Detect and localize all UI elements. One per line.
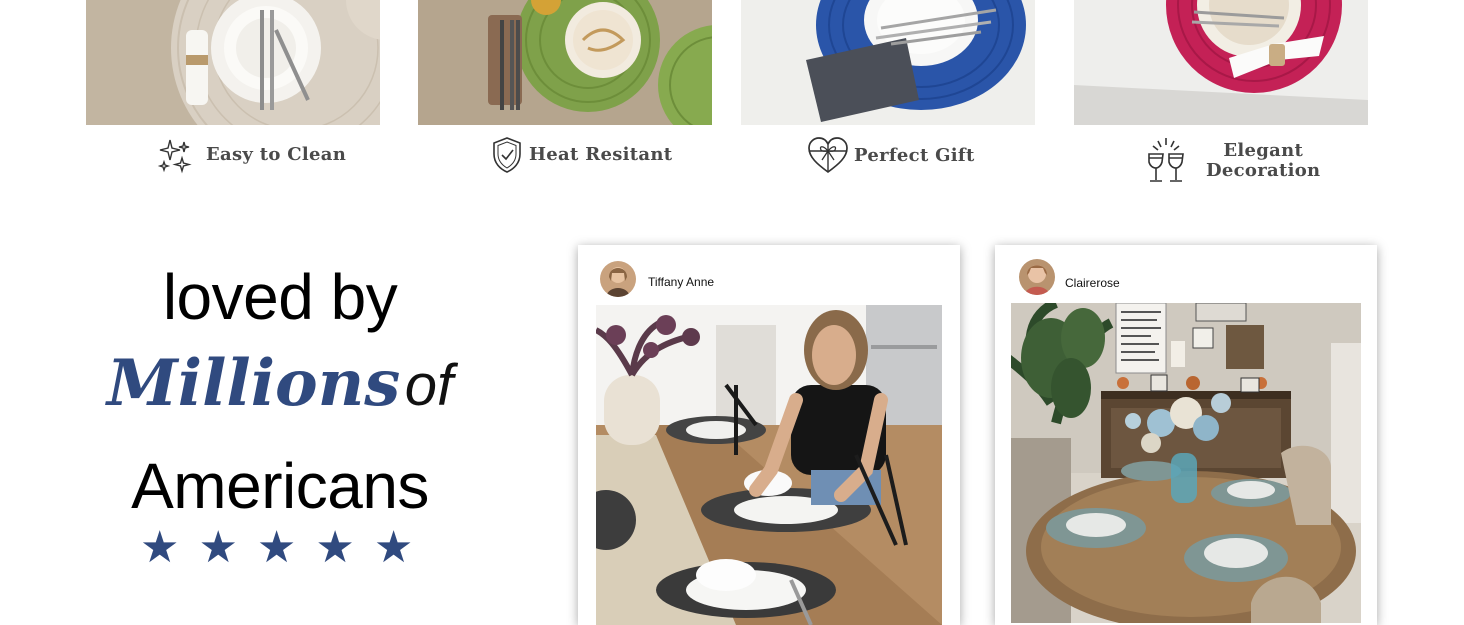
gift-heart-icon xyxy=(807,136,849,176)
feature-easy-to-clean: Easy to Clean xyxy=(86,0,380,174)
feature-heat-resistant: Heat Resitant xyxy=(418,0,712,173)
heading-line-3: Americans xyxy=(131,450,429,522)
feature-label: Elegant Decoration xyxy=(1206,141,1320,181)
feature-elegant-decoration: Elegant Decoration xyxy=(1074,0,1368,182)
feature-perfect-gift: Perfect Gift xyxy=(741,0,1035,174)
wine-glasses-icon xyxy=(1144,136,1188,186)
heading-line-1: loved by xyxy=(162,261,398,333)
avatar[interactable] xyxy=(600,261,636,297)
feature-caption: Easy to Clean xyxy=(156,136,346,174)
star-icon: ★ xyxy=(140,523,180,572)
post-photo-dining-room xyxy=(1011,303,1361,623)
placemat-photo-blue xyxy=(741,0,1035,125)
post-username[interactable]: Tiffany Anne xyxy=(648,275,714,289)
star-icon: ★ xyxy=(198,523,238,572)
feature-label: Perfect Gift xyxy=(854,145,975,166)
placemat-photo-red xyxy=(1074,0,1368,125)
post-photo-dining-table xyxy=(596,305,942,625)
star-rating: ★ ★ ★ ★ ★ xyxy=(140,523,413,573)
placemat-photo-beige xyxy=(86,0,380,125)
heading-emphasis: Millions xyxy=(106,346,401,421)
loved-by-heading: loved by Millions of Americans xyxy=(90,255,470,526)
star-icon: ★ xyxy=(373,523,414,572)
feature-label: Easy to Clean xyxy=(206,144,347,165)
post-username[interactable]: Clairerose xyxy=(1065,276,1120,290)
star-icon: ★ xyxy=(256,523,297,572)
feature-caption: Perfect Gift xyxy=(807,136,975,176)
feature-label: Heat Resitant xyxy=(529,144,673,165)
feature-label-line2: Decoration xyxy=(1206,160,1321,181)
sparkle-icon xyxy=(156,136,194,174)
social-post-card[interactable]: Tiffany Anne xyxy=(578,245,960,625)
star-icon: ★ xyxy=(315,523,355,572)
shield-check-icon xyxy=(492,136,522,174)
avatar[interactable] xyxy=(1019,259,1055,295)
social-post-card[interactable]: Clairerose xyxy=(995,245,1377,625)
heading-line-2: Millions of xyxy=(90,339,470,446)
feature-caption: Elegant Decoration xyxy=(1144,136,1320,186)
placemat-photo-green xyxy=(418,0,712,125)
heading-connector: of xyxy=(404,353,454,418)
feature-caption: Heat Resitant xyxy=(492,136,672,174)
feature-label-line1: Elegant xyxy=(1223,140,1304,161)
